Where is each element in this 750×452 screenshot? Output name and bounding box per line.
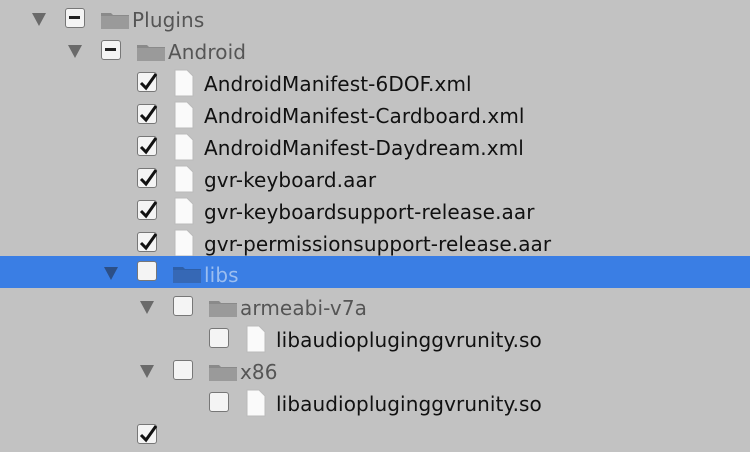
tree-row-plugins[interactable]: Plugins	[0, 4, 750, 36]
tree-row-x86[interactable]: x86	[0, 356, 750, 388]
expand-arrow-icon[interactable]	[104, 267, 118, 280]
checkbox[interactable]	[137, 424, 158, 444]
tree-row-file[interactable]: gvr-keyboardsupport-release.aar	[0, 196, 750, 228]
expand-arrow-icon[interactable]	[68, 45, 82, 58]
file-label: AndroidManifest-Daydream.xml	[204, 136, 524, 160]
file-icon	[174, 165, 194, 193]
tree-row-partial-bottom	[0, 420, 750, 452]
plugins-label: Plugins	[132, 8, 205, 32]
file-checkbox[interactable]	[137, 200, 158, 220]
folder-icon	[209, 365, 237, 381]
tree-row-libs[interactable]: libs	[0, 256, 750, 288]
file-icon	[174, 197, 194, 225]
tree-row-file[interactable]: AndroidManifest-Daydream.xml	[0, 132, 750, 164]
file-checkbox[interactable]	[137, 72, 158, 92]
tree-row-file[interactable]: gvr-keyboard.aar	[0, 164, 750, 196]
android-checkbox[interactable]	[101, 40, 121, 60]
folder-icon	[209, 301, 237, 317]
file-checkbox[interactable]	[137, 232, 158, 252]
android-label: Android	[168, 40, 247, 64]
file-checkbox[interactable]	[137, 168, 158, 188]
tree-row-file[interactable]: libaudiopluginggvrunity.so	[0, 324, 750, 356]
file-label: gvr-keyboard.aar	[204, 168, 377, 192]
file-icon	[174, 69, 194, 97]
tree-row-armeabi[interactable]: armeabi-v7a	[0, 292, 750, 324]
libs-checkbox[interactable]	[137, 261, 157, 281]
plugins-checkbox[interactable]	[65, 8, 85, 28]
folder-icon	[101, 13, 129, 29]
file-label: libaudiopluginggvrunity.so	[276, 392, 542, 416]
file-icon	[246, 389, 266, 417]
file-icon	[174, 101, 194, 129]
folder-icon	[173, 267, 201, 283]
file-checkbox[interactable]	[137, 136, 158, 156]
tree-row-file[interactable]: libaudiopluginggvrunity.so	[0, 388, 750, 420]
x86-label: x86	[240, 360, 278, 384]
expand-arrow-icon[interactable]	[140, 301, 154, 314]
armeabi-label: armeabi-v7a	[240, 296, 368, 320]
tree-row-file[interactable]: AndroidManifest-Cardboard.xml	[0, 100, 750, 132]
tree-row-android[interactable]: Android	[0, 36, 750, 68]
file-label: gvr-keyboardsupport-release.aar	[204, 200, 535, 224]
file-label: libaudiopluginggvrunity.so	[276, 328, 542, 352]
armeabi-checkbox[interactable]	[173, 296, 193, 316]
x86-checkbox[interactable]	[173, 360, 193, 380]
file-icon	[246, 325, 266, 353]
file-checkbox[interactable]	[209, 392, 229, 412]
expand-arrow-icon[interactable]	[32, 13, 46, 26]
libs-label: libs	[204, 263, 239, 287]
tree-row-file[interactable]: AndroidManifest-6DOF.xml	[0, 68, 750, 100]
folder-icon	[137, 45, 165, 61]
file-icon	[174, 229, 194, 257]
expand-arrow-icon[interactable]	[140, 365, 154, 378]
file-label: AndroidManifest-6DOF.xml	[204, 72, 472, 96]
file-label: AndroidManifest-Cardboard.xml	[204, 104, 525, 128]
file-icon	[174, 133, 194, 161]
file-checkbox[interactable]	[137, 104, 158, 124]
file-checkbox[interactable]	[209, 328, 229, 348]
